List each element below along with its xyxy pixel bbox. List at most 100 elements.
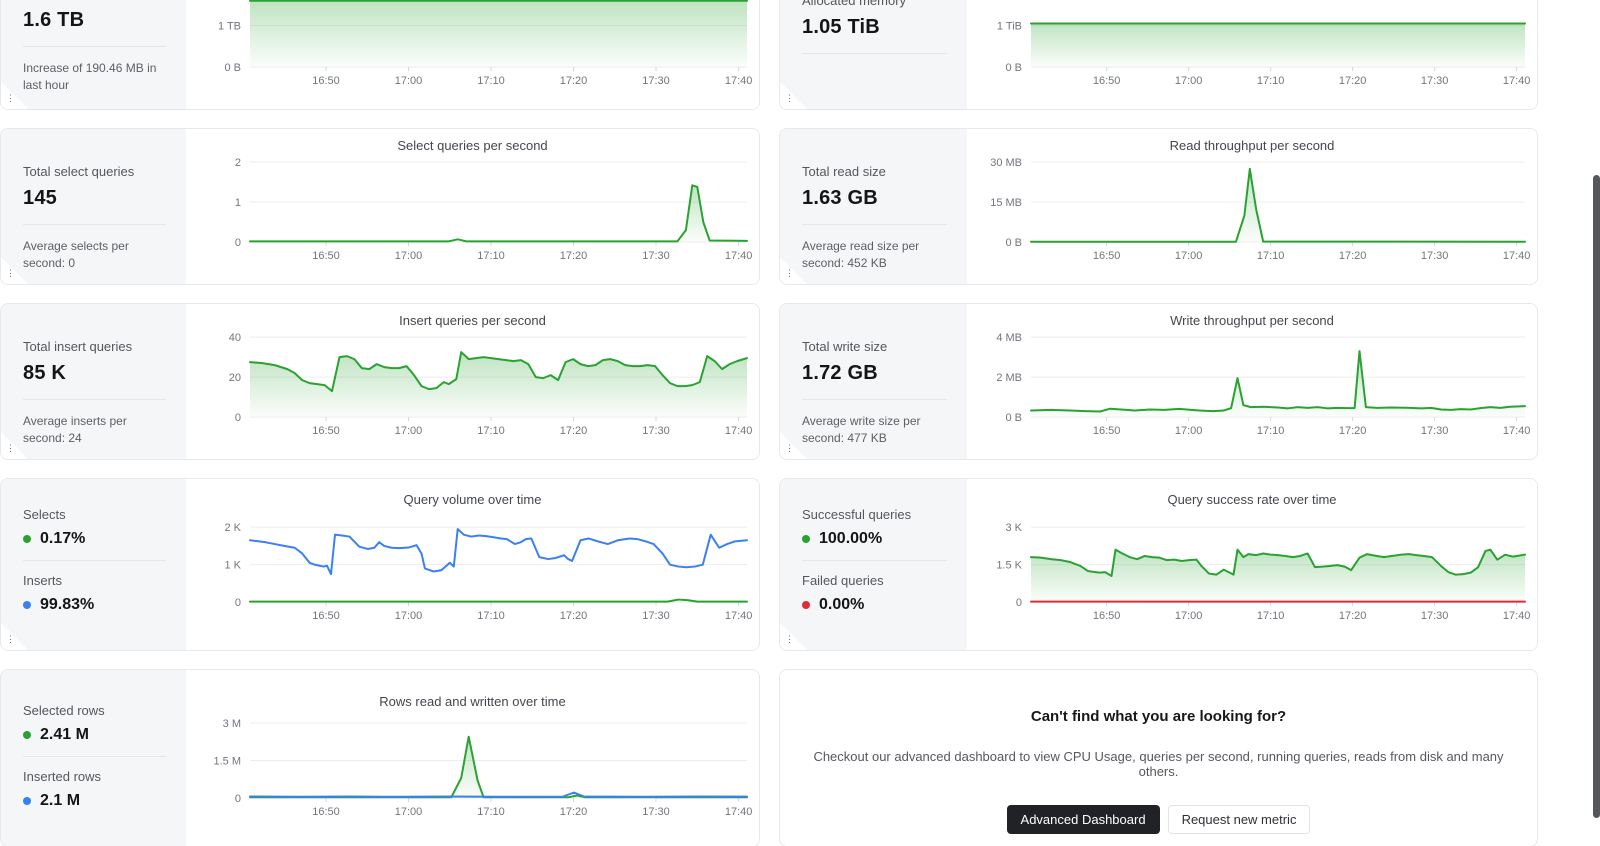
svg-text:15 MB: 15 MB	[990, 197, 1022, 209]
chart-area: Query success rate over time 3 K 1.5 K 0 16…	[967, 479, 1537, 650]
stat-value-group: 100.00%	[802, 530, 947, 548]
svg-text:0 B: 0 B	[224, 62, 241, 74]
chart-area: Rows read and written over time 3 M 1.5 M…	[186, 670, 759, 846]
stat-label: Successful queries	[802, 507, 912, 522]
metric-card-rows: Selected rows 2.41 M Inserted rows 2.1 M…	[0, 669, 760, 846]
svg-text:17:20: 17:20	[1339, 425, 1367, 437]
green-dot-icon	[23, 535, 31, 543]
svg-text:17:00: 17:00	[1175, 610, 1203, 622]
query-volume-chart[interactable]: 2 K 1 K 0 16:50 17:00 17:10 17:20 17:30 17:40	[186, 510, 759, 650]
chart-area: Select queries per second 2 1 0 16:50 17:00 1…	[186, 129, 759, 284]
advanced-dashboard-button[interactable]: Advanced Dashboard	[1006, 805, 1160, 834]
rows-read-written-chart[interactable]: 3 M 1.5 M 0 16:50 17:00 17:10 17:20 17:30 17:40	[186, 704, 759, 846]
svg-text:2: 2	[235, 157, 241, 169]
stat-subtext: Average selects per second: 0	[23, 239, 129, 271]
stat-label: Failed queries	[802, 573, 884, 588]
svg-text:17:10: 17:10	[1257, 610, 1285, 622]
query-success-rate-chart[interactable]: 3 K 1.5 K 0 16:50 17:00 17:10 17:20 17:30 17:40	[967, 510, 1537, 650]
card-corner-fold: ⋮	[1, 432, 28, 459]
svg-text:17:00: 17:00	[395, 806, 423, 818]
metric-card-insert-queries: Total insert queries 85 K Average insert…	[0, 303, 760, 460]
svg-text:16:50: 16:50	[312, 75, 340, 87]
svg-text:17:20: 17:20	[560, 250, 588, 262]
stat-subtext: Increase of 190.46 MB in last hour	[23, 61, 157, 93]
drag-handle-icon[interactable]: ⋮	[785, 94, 794, 103]
svg-text:16:50: 16:50	[1093, 250, 1121, 262]
svg-text:0: 0	[235, 597, 241, 609]
svg-text:0 B: 0 B	[1005, 237, 1022, 249]
svg-text:1 K: 1 K	[224, 559, 241, 571]
stat-panel: 1.6 TB Increase of 190.46 MB in last hou…	[1, 0, 186, 109]
svg-text:1: 1	[235, 197, 241, 209]
svg-text:0: 0	[1016, 597, 1022, 609]
svg-text:17:10: 17:10	[477, 250, 505, 262]
stat-label: Total read size	[802, 164, 886, 179]
card-corner-fold: ⋮	[1, 257, 28, 284]
svg-text:17:30: 17:30	[642, 75, 670, 87]
svg-text:17:40: 17:40	[725, 75, 753, 87]
blue-dot-icon	[23, 601, 31, 609]
dashboard-row-4: Selects 0.17% Inserts 99.83% ⋮ Query vol…	[0, 478, 1600, 651]
divider	[802, 53, 947, 54]
stat-value: 145	[23, 187, 57, 209]
metric-card-query-success: Successful queries 100.00% Failed querie…	[779, 478, 1538, 651]
stat-value: 1.63 GB	[802, 187, 878, 209]
svg-text:20: 20	[229, 372, 241, 384]
cta-body: Checkout our advanced dashboard to view …	[813, 749, 1504, 779]
svg-text:16:50: 16:50	[312, 806, 340, 818]
stat-subtext: Average write size per second: 477 KB	[802, 414, 921, 446]
drag-handle-icon[interactable]: ⋮	[785, 444, 794, 453]
drag-handle-icon[interactable]: ⋮	[785, 635, 794, 644]
svg-text:16:50: 16:50	[312, 250, 340, 262]
svg-text:17:30: 17:30	[642, 806, 670, 818]
metric-card-allocated-memory: Allocated memory 1.05 TiB ⋮ 1 TiB 0 B 16:5…	[779, 0, 1538, 110]
read-throughput-chart[interactable]: 30 MB 15 MB 0 B 16:50 17:00 17:10 17:20 17:30 17…	[967, 155, 1537, 284]
card-corner-fold: ⋮	[780, 257, 807, 284]
stat-subtext: Average inserts per second: 24	[23, 414, 127, 446]
cta-buttons: Advanced Dashboard Request new metric	[1006, 805, 1311, 834]
drag-handle-icon[interactable]: ⋮	[6, 444, 15, 453]
vertical-scrollbar-thumb[interactable]	[1593, 175, 1600, 818]
metric-card-total-storage: 1.6 TB Increase of 190.46 MB in last hou…	[0, 0, 760, 110]
card-corner-fold: ⋮	[780, 623, 807, 650]
write-throughput-chart[interactable]: 4 MB 2 MB 0 B 16:50 17:00 17:10 17:20 17:30 17:4…	[967, 330, 1537, 459]
svg-text:17:20: 17:20	[1339, 75, 1367, 87]
svg-text:17:00: 17:00	[1175, 75, 1203, 87]
drag-handle-icon[interactable]: ⋮	[6, 94, 15, 103]
stat-panel: Successful queries 100.00% Failed querie…	[780, 479, 967, 650]
svg-text:17:00: 17:00	[1175, 250, 1203, 262]
svg-text:0 B: 0 B	[1005, 62, 1022, 74]
request-new-metric-button[interactable]: Request new metric	[1167, 805, 1311, 834]
divider	[23, 224, 166, 225]
red-dot-icon	[802, 601, 810, 609]
drag-handle-icon[interactable]: ⋮	[785, 269, 794, 278]
storage-chart[interactable]: 1 TB 0 B 16:50 17:00 17:10 17:20 17:30 17:40	[186, 0, 759, 109]
svg-text:17:00: 17:00	[1175, 425, 1203, 437]
stat-value: 2.41 M	[40, 726, 89, 743]
cta-heading: Can't find what you are looking for?	[1030, 708, 1287, 725]
insert-queries-chart[interactable]: 40 20 0 16:50 17:00 17:10 17:20 17:30 17:40	[186, 330, 759, 459]
card-corner-fold: ⋮	[1, 623, 28, 650]
metric-card-select-queries: Total select queries 145 Average selects…	[0, 128, 760, 285]
divider	[23, 399, 166, 400]
svg-text:17:10: 17:10	[477, 425, 505, 437]
drag-handle-icon[interactable]: ⋮	[6, 269, 15, 278]
chart-area: 1 TB 0 B 16:50 17:00 17:10 17:20 17:30 17:40	[186, 0, 759, 109]
select-queries-chart[interactable]: 2 1 0 16:50 17:00 17:10 17:20 17:30 17:40	[186, 155, 759, 284]
blue-dot-icon	[23, 797, 31, 805]
svg-text:17:20: 17:20	[1339, 610, 1367, 622]
svg-text:40: 40	[229, 332, 241, 344]
drag-handle-icon[interactable]: ⋮	[6, 635, 15, 644]
svg-text:17:20: 17:20	[560, 806, 588, 818]
svg-text:16:50: 16:50	[312, 610, 340, 622]
dashboard-row-2: Total select queries 145 Average selects…	[0, 128, 1600, 285]
chart-title: Insert queries per second	[399, 313, 546, 328]
stat-value: 100.00%	[819, 530, 883, 547]
svg-text:17:40: 17:40	[725, 425, 753, 437]
svg-text:17:10: 17:10	[1257, 425, 1285, 437]
stat-value-group: 0.00%	[802, 596, 947, 614]
svg-text:17:30: 17:30	[642, 250, 670, 262]
chart-area: Insert queries per second 40 20 0 16:50 17:0…	[186, 304, 759, 459]
allocated-memory-chart[interactable]: 1 TiB 0 B 16:50 17:00 17:10 17:20 17:30 17:40	[967, 0, 1537, 109]
svg-text:17:40: 17:40	[1503, 250, 1531, 262]
